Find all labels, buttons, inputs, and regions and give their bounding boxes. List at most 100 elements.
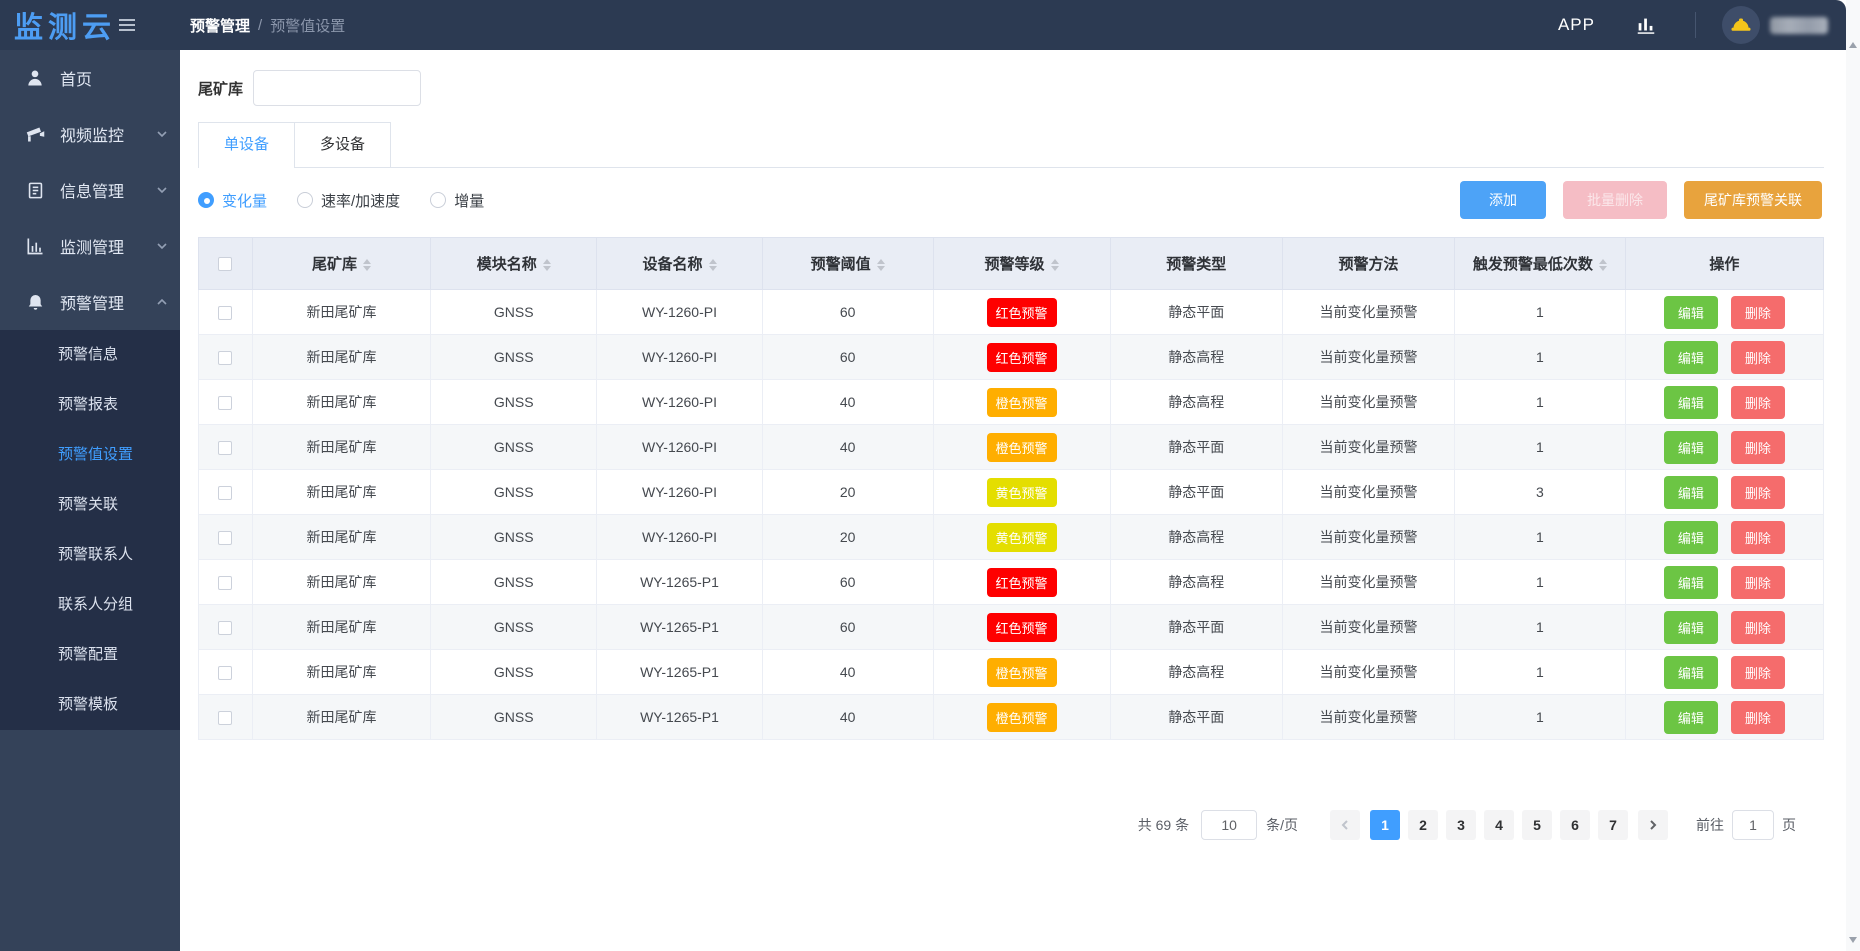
delete-button[interactable]: 删除 bbox=[1731, 701, 1785, 734]
sidebar-subitem[interactable]: 预警配置 bbox=[0, 630, 180, 680]
row-checkbox[interactable] bbox=[218, 576, 232, 590]
cell-module: GNSS bbox=[431, 515, 597, 560]
row-checkbox[interactable] bbox=[218, 486, 232, 500]
radio-change-amount[interactable]: 变化量 bbox=[198, 190, 267, 211]
scrollbar[interactable] bbox=[1846, 0, 1860, 951]
select-all-checkbox[interactable] bbox=[218, 257, 232, 271]
sidebar-item-info-management[interactable]: 信息管理 bbox=[0, 162, 180, 218]
sort-icon[interactable] bbox=[877, 259, 885, 271]
sidebar-subitem[interactable]: 预警联系人 bbox=[0, 530, 180, 580]
row-checkbox[interactable] bbox=[218, 396, 232, 410]
edit-button[interactable]: 编辑 bbox=[1664, 701, 1718, 734]
delete-button[interactable]: 删除 bbox=[1731, 566, 1785, 599]
next-page-button[interactable] bbox=[1638, 810, 1668, 840]
column-header-device[interactable]: 设备名称 bbox=[597, 238, 763, 290]
page-number-button[interactable]: 4 bbox=[1484, 810, 1514, 840]
column-header-threshold[interactable]: 预警阈值 bbox=[762, 238, 933, 290]
row-checkbox[interactable] bbox=[218, 666, 232, 680]
edit-button[interactable]: 编辑 bbox=[1664, 566, 1718, 599]
row-checkbox[interactable] bbox=[218, 621, 232, 635]
cell-type: 静态平面 bbox=[1110, 605, 1282, 650]
sidebar-subitem[interactable]: 预警值设置 bbox=[0, 430, 180, 480]
column-header-module[interactable]: 模块名称 bbox=[431, 238, 597, 290]
tailings-warning-link-button[interactable]: 尾矿库预警关联 bbox=[1684, 181, 1822, 219]
sort-icon[interactable] bbox=[363, 259, 371, 271]
sidebar-item-warning-management[interactable]: 预警管理 bbox=[0, 274, 180, 330]
sidebar-item-label: 信息管理 bbox=[60, 178, 124, 202]
cell-module: GNSS bbox=[431, 605, 597, 650]
breadcrumb-section[interactable]: 预警管理 bbox=[190, 15, 250, 36]
edit-button[interactable]: 编辑 bbox=[1664, 341, 1718, 374]
main-content: 尾矿库 单设备 多设备 变化量 速率/加速度 增量 添加 批量删除 尾矿库预警关… bbox=[180, 50, 1846, 951]
app-link[interactable]: APP bbox=[1558, 15, 1595, 35]
sidebar-item-monitoring-management[interactable]: 监测管理 bbox=[0, 218, 180, 274]
cell-device: WY-1260-PI bbox=[597, 335, 763, 380]
tab-multi-device[interactable]: 多设备 bbox=[294, 122, 391, 167]
avatar[interactable] bbox=[1722, 6, 1760, 44]
prev-page-button[interactable] bbox=[1330, 810, 1360, 840]
warning-level-badge: 橙色预警 bbox=[987, 433, 1057, 462]
edit-button[interactable]: 编辑 bbox=[1664, 386, 1718, 419]
cell-min-count: 1 bbox=[1455, 335, 1626, 380]
batch-delete-button[interactable]: 批量删除 bbox=[1563, 181, 1667, 219]
sidebar-subitem[interactable]: 预警模板 bbox=[0, 680, 180, 730]
page-number-button[interactable]: 7 bbox=[1598, 810, 1628, 840]
scroll-up-arrow-icon[interactable] bbox=[1849, 42, 1857, 48]
controls-row: 变化量 速率/加速度 增量 添加 批量删除 尾矿库预警关联 bbox=[198, 181, 1824, 219]
radio-increment[interactable]: 增量 bbox=[430, 190, 484, 211]
tailings-filter-input[interactable] bbox=[253, 70, 421, 106]
edit-button[interactable]: 编辑 bbox=[1664, 431, 1718, 464]
sidebar-subitem[interactable]: 预警信息 bbox=[0, 330, 180, 380]
sort-icon[interactable] bbox=[1051, 259, 1059, 271]
sort-icon[interactable] bbox=[1599, 259, 1607, 271]
cell-threshold: 40 bbox=[762, 380, 933, 425]
column-header-min-count[interactable]: 触发预警最低次数 bbox=[1455, 238, 1626, 290]
table-header-row: 尾矿库 模块名称 设备名称 预警阈值 预警等级 预警类型 预警方法 触发预警最低… bbox=[199, 238, 1824, 290]
sidebar-subitem-label: 预警配置 bbox=[58, 646, 118, 663]
add-button[interactable]: 添加 bbox=[1460, 181, 1546, 219]
edit-button[interactable]: 编辑 bbox=[1664, 476, 1718, 509]
delete-button[interactable]: 删除 bbox=[1731, 476, 1785, 509]
sidebar-subitem[interactable]: 预警报表 bbox=[0, 380, 180, 430]
row-checkbox[interactable] bbox=[218, 531, 232, 545]
hamburger-menu-icon[interactable] bbox=[118, 17, 136, 33]
username-redacted[interactable] bbox=[1770, 17, 1828, 34]
column-header-tailings[interactable]: 尾矿库 bbox=[252, 238, 431, 290]
cell-method: 当前变化量预警 bbox=[1282, 695, 1454, 740]
row-checkbox[interactable] bbox=[218, 351, 232, 365]
column-header-level[interactable]: 预警等级 bbox=[933, 238, 1110, 290]
page-size-select[interactable]: 10 bbox=[1201, 810, 1257, 840]
radio-rate-acceleration[interactable]: 速率/加速度 bbox=[297, 190, 400, 211]
delete-button[interactable]: 删除 bbox=[1731, 521, 1785, 554]
page-number-button[interactable]: 3 bbox=[1446, 810, 1476, 840]
warning-level-badge: 红色预警 bbox=[987, 613, 1057, 642]
page-number-button[interactable]: 2 bbox=[1408, 810, 1438, 840]
row-checkbox[interactable] bbox=[218, 306, 232, 320]
page-number-button[interactable]: 1 bbox=[1370, 810, 1400, 840]
row-checkbox[interactable] bbox=[218, 711, 232, 725]
scroll-down-arrow-icon[interactable] bbox=[1849, 937, 1857, 943]
delete-button[interactable]: 删除 bbox=[1731, 431, 1785, 464]
sidebar-item-video-monitoring[interactable]: 视频监控 bbox=[0, 106, 180, 162]
edit-button[interactable]: 编辑 bbox=[1664, 611, 1718, 644]
statistics-chart-icon[interactable] bbox=[1635, 14, 1657, 36]
page-number-button[interactable]: 5 bbox=[1522, 810, 1552, 840]
edit-button[interactable]: 编辑 bbox=[1664, 656, 1718, 689]
tab-single-device[interactable]: 单设备 bbox=[198, 122, 295, 167]
delete-button[interactable]: 删除 bbox=[1731, 656, 1785, 689]
sidebar-item-home[interactable]: 首页 bbox=[0, 50, 180, 106]
goto-page-input[interactable]: 1 bbox=[1732, 810, 1774, 840]
delete-button[interactable]: 删除 bbox=[1731, 386, 1785, 419]
cell-threshold: 60 bbox=[762, 290, 933, 335]
edit-button[interactable]: 编辑 bbox=[1664, 521, 1718, 554]
sidebar-subitem[interactable]: 联系人分组 bbox=[0, 580, 180, 630]
sidebar-subitem[interactable]: 预警关联 bbox=[0, 480, 180, 530]
row-checkbox[interactable] bbox=[218, 441, 232, 455]
sort-icon[interactable] bbox=[709, 259, 717, 271]
delete-button[interactable]: 删除 bbox=[1731, 611, 1785, 644]
delete-button[interactable]: 删除 bbox=[1731, 341, 1785, 374]
page-number-button[interactable]: 6 bbox=[1560, 810, 1590, 840]
sort-icon[interactable] bbox=[543, 259, 551, 271]
edit-button[interactable]: 编辑 bbox=[1664, 296, 1718, 329]
delete-button[interactable]: 删除 bbox=[1731, 296, 1785, 329]
